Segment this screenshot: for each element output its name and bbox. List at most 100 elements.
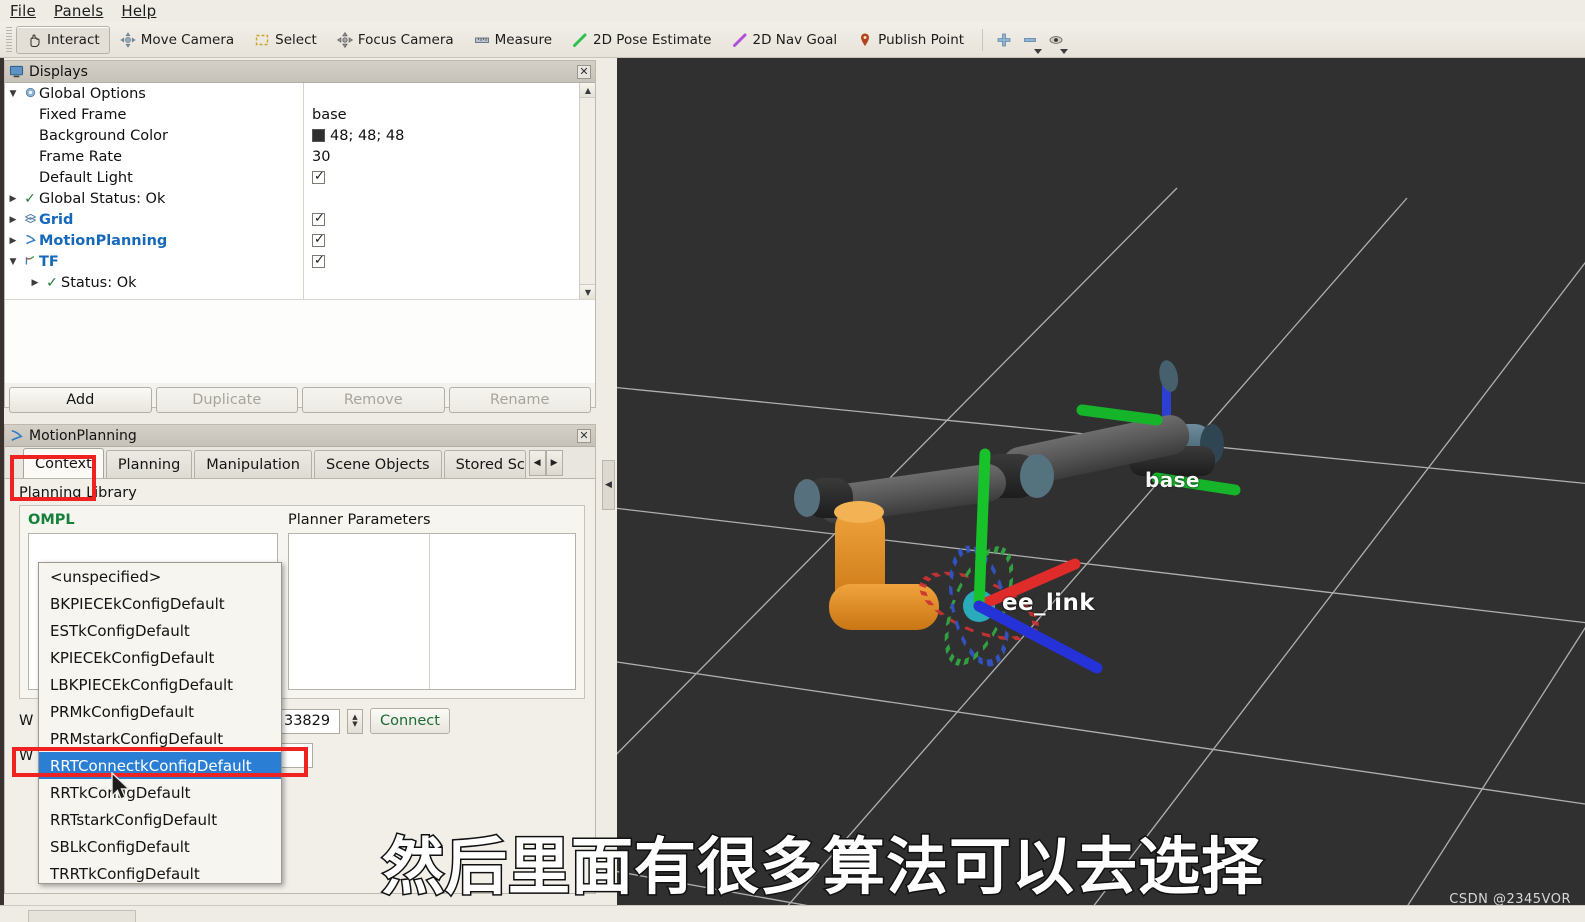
tab-manipulation[interactable]: Manipulation [194,450,312,478]
checkbox-default-light[interactable] [312,169,325,184]
tool-measure[interactable]: Measure [464,26,562,54]
color-swatch[interactable] [312,129,325,142]
tree-label: Global Status: Ok [39,190,166,207]
frame-label-base: base [1145,468,1200,492]
tree-row-motionplanning[interactable]: MotionPlanning [5,230,595,251]
dropdown-item[interactable]: LBKPIECEkConfigDefault [39,671,281,698]
connect-button[interactable]: Connect [369,708,450,734]
menu-panels-label: Panels [53,2,104,20]
planner-parameters-column-splitter[interactable] [429,534,430,689]
dropdown-item[interactable]: RRTstarkConfigDefault [39,806,281,833]
tree-row-background-color[interactable]: Background Color 48; 48; 48 [5,125,595,146]
minus-dropdown-caret-icon[interactable] [1034,48,1043,54]
displays-tree[interactable]: Global Options Fixed Frame base Backgrou… [5,83,595,299]
planner-dropdown-list[interactable]: <unspecified> BKPIECEkConfigDefault ESTk… [38,562,282,884]
menu-file-label: File [10,2,36,20]
plus-icon[interactable] [991,27,1017,53]
tool-focus-camera[interactable]: Focus Camera [327,26,464,54]
grid-icon [21,212,39,228]
planner-parameters-table[interactable] [288,533,576,690]
tool-move-camera-label: Move Camera [140,31,235,48]
toolbar-grip[interactable] [6,26,12,53]
displays-close-button[interactable]: ✕ [577,64,591,79]
port-input[interactable]: 33829 [277,708,340,734]
remove-button[interactable]: Remove [302,387,445,413]
dropdown-item[interactable]: RRTkConfigDefault [39,779,281,806]
check-icon: ✓ [24,190,36,207]
dropdown-item[interactable]: KPIECEkConfigDefault [39,644,281,671]
displays-panel-title: Displays [29,63,88,80]
tool-2d-pose-estimate[interactable]: 2D Pose Estimate [562,26,721,54]
render-view-3d[interactable]: base ee_link [617,58,1585,905]
dropdown-item[interactable]: <unspecified> [39,563,281,590]
dropdown-item[interactable]: TRRTkConfigDefault [39,860,281,887]
dropdown-item[interactable]: SBLkConfigDefault [39,833,281,860]
tool-bar: Interact Move Camera Select Focus Camera [0,22,1585,58]
panel-collapse-handle[interactable]: ◀ [602,460,615,510]
motionplanning-titlebar: MotionPlanning ✕ [5,425,595,447]
duplicate-button[interactable]: Duplicate [155,387,298,413]
tool-select[interactable]: Select [244,26,327,54]
tab-scroll-right-icon[interactable]: ▶ [545,449,563,476]
dropdown-item[interactable]: ESTkConfigDefault [39,617,281,644]
menu-help[interactable]: Help [121,2,156,20]
tab-planning[interactable]: Planning [105,450,193,478]
planning-library-label: Planning Library [19,485,137,501]
rename-button[interactable]: Rename [448,387,591,413]
tab-context[interactable]: Context [23,448,104,478]
pose-estimate-icon [572,32,588,48]
dropdown-item[interactable]: PRMkConfigDefault [39,698,281,725]
expander-down-icon[interactable] [5,89,21,99]
displays-scrollbar[interactable]: ▲ ▼ [579,83,595,299]
expander-right-icon[interactable] [5,236,21,246]
tree-row-tf[interactable]: TF [5,251,595,272]
tree-column-splitter[interactable] [303,83,304,299]
displays-button-row: Add Duplicate Remove Rename [5,383,595,417]
tab-stored-scenes[interactable]: Stored Sc [443,450,526,478]
menu-panels[interactable]: Panels [54,2,103,20]
tree-row-tf-status[interactable]: ✓ Status: Ok [5,272,595,293]
tree-row-fixed-frame[interactable]: Fixed Frame base [5,104,595,125]
tree-value-background-color[interactable]: 48; 48; 48 [330,128,404,144]
tab-scene-objects[interactable]: Scene Objects [313,450,442,478]
tool-move-camera[interactable]: Move Camera [110,26,244,54]
tree-row-grid[interactable]: Grid [5,209,595,230]
tool-2d-nav-goal[interactable]: 2D Nav Goal [722,26,848,54]
warehouse-host-label: W [19,713,34,729]
add-button[interactable]: Add [9,387,152,413]
nav-goal-icon [732,32,748,48]
checkbox-motionplanning[interactable] [312,232,325,247]
motionplanning-close-button[interactable]: ✕ [577,428,591,443]
tree-label: Grid [39,211,74,228]
minus-icon[interactable] [1017,27,1043,54]
tool-publish-point[interactable]: Publish Point [847,26,974,54]
tool-2d-nav-goal-label: 2D Nav Goal [752,31,838,48]
tree-row-frame-rate[interactable]: Frame Rate 30 [5,146,595,167]
checkbox-tf[interactable] [312,253,325,268]
tool-measure-label: Measure [494,31,553,48]
tree-row-default-light[interactable]: Default Light [5,167,595,188]
tab-scroll-left-icon[interactable]: ◀ [528,449,546,476]
tree-value-fixed-frame[interactable]: base [312,107,347,123]
measure-icon [474,32,490,48]
expander-down-icon[interactable] [5,257,21,267]
scroll-down-icon[interactable]: ▼ [580,284,595,299]
tree-value-frame-rate[interactable]: 30 [312,149,330,165]
eye-dropdown-caret-icon[interactable] [1060,48,1069,54]
dropdown-item[interactable]: BKPIECEkConfigDefault [39,590,281,617]
dropdown-item[interactable]: PRMstarkConfigDefault [39,725,281,752]
tree-row-global-options[interactable]: Global Options [5,83,595,104]
tool-interact[interactable]: Interact [16,25,110,54]
planner-parameters-column: Planner Parameters [288,512,576,690]
scroll-up-icon[interactable]: ▲ [580,83,595,98]
checkbox-grid[interactable] [312,211,325,226]
dropdown-item-selected[interactable]: RRTConnectkConfigDefault [39,752,281,779]
port-spinner[interactable]: ▲ ▼ [346,708,363,734]
eye-icon[interactable] [1043,27,1069,54]
expander-right-icon[interactable] [27,278,43,288]
tree-row-global-status[interactable]: ✓ Global Status: Ok [5,188,595,209]
expander-right-icon[interactable] [5,215,21,225]
menu-file[interactable]: File [10,2,36,20]
expander-right-icon[interactable] [5,194,21,204]
map-pin-icon [857,32,873,48]
